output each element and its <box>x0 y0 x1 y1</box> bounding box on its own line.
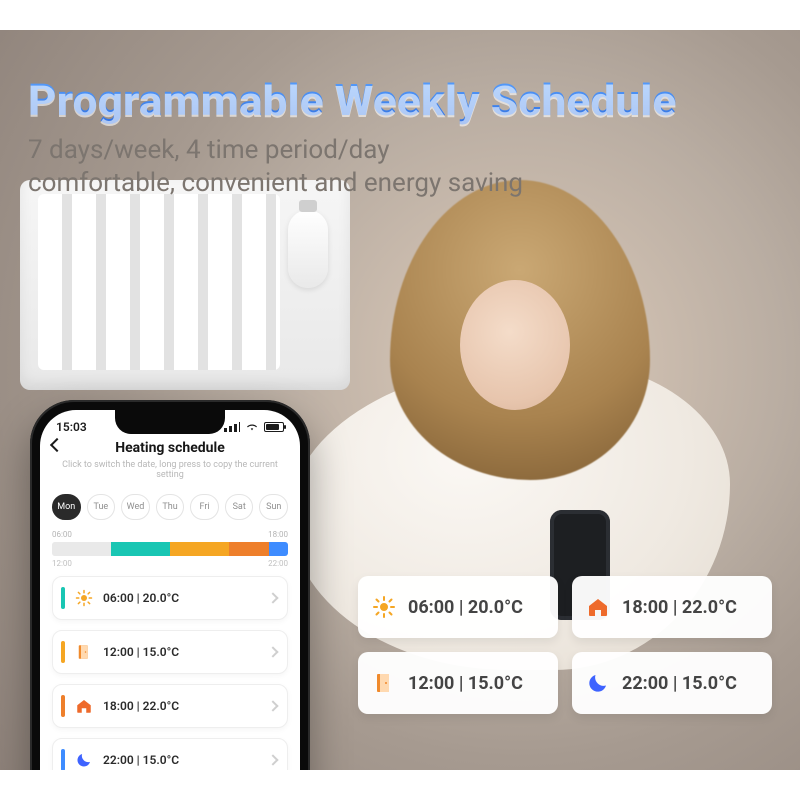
day-chip[interactable]: Fri <box>190 494 219 520</box>
period-row[interactable]: 06:00 | 20.0°C <box>52 576 288 620</box>
period-color-bar <box>61 641 65 663</box>
schedule-card-text: 06:00 | 20.0°C <box>408 597 523 618</box>
status-time: 15:03 <box>56 420 87 434</box>
period-text: 06:00 | 20.0°C <box>103 591 259 605</box>
day-selector: MonTueWedThuFriSatSun <box>40 486 300 526</box>
moon-icon <box>586 671 610 695</box>
chevron-right-icon <box>267 646 278 657</box>
schedule-card: 12:00 | 15.0°C <box>358 652 558 714</box>
app-header: Heating schedule Click to switch the dat… <box>40 438 300 486</box>
day-chip[interactable]: Mon <box>52 494 81 520</box>
timeline-segment <box>269 542 288 556</box>
schedule-card-text: 12:00 | 15.0°C <box>408 673 523 694</box>
day-chip[interactable]: Sun <box>259 494 288 520</box>
screen-hint: Click to switch the date, long press to … <box>52 460 288 480</box>
letterbox-top <box>0 0 800 30</box>
battery-icon <box>264 422 284 432</box>
timeline-label: 12:00 <box>52 559 72 568</box>
letterbox-bottom <box>0 770 800 800</box>
period-text: 22:00 | 15.0°C <box>103 753 259 767</box>
timeline-segment <box>229 542 269 556</box>
phone-mockup: 15:03 Heating schedule Click to switch t… <box>30 400 310 770</box>
timeline-labels-bottom: 12:00 22:00 <box>52 559 288 568</box>
timeline-label: 06:00 <box>52 530 72 539</box>
day-chip[interactable]: Tue <box>87 494 116 520</box>
period-row[interactable]: 12:00 | 15.0°C <box>52 630 288 674</box>
schedule-card: 06:00 | 20.0°C <box>358 576 558 638</box>
period-row[interactable]: 22:00 | 15.0°C <box>52 738 288 770</box>
period-color-bar <box>61 695 65 717</box>
chevron-right-icon <box>267 700 278 711</box>
timeline-segment <box>111 542 170 556</box>
schedule-card: 22:00 | 15.0°C <box>572 652 772 714</box>
timeline-labels-top: 06:00 18:00 <box>52 530 288 539</box>
timeline-label: 18:00 <box>268 530 288 539</box>
period-text: 18:00 | 22.0°C <box>103 699 259 713</box>
period-row[interactable]: 18:00 | 22.0°C <box>52 684 288 728</box>
day-chip[interactable]: Wed <box>121 494 150 520</box>
period-text: 12:00 | 15.0°C <box>103 645 259 659</box>
timeline-bar[interactable] <box>52 542 288 556</box>
day-chip[interactable]: Sat <box>225 494 254 520</box>
schedule-card-text: 22:00 | 15.0°C <box>622 673 737 694</box>
sun-icon <box>372 595 396 619</box>
screen-title: Heating schedule <box>52 440 288 456</box>
timeline-label: 22:00 <box>268 559 288 568</box>
subheadline: 7 days/week, 4 time period/day comfortab… <box>28 134 523 201</box>
chevron-right-icon <box>267 592 278 603</box>
day-chip[interactable]: Thu <box>156 494 185 520</box>
home-icon <box>75 697 93 715</box>
door-icon <box>75 643 93 661</box>
period-color-bar <box>61 749 65 770</box>
chevron-right-icon <box>267 754 278 765</box>
headline: Programmable Weekly Schedule <box>28 74 677 126</box>
door-icon <box>372 671 396 695</box>
timeline: 06:00 18:00 12:00 22:00 <box>40 526 300 572</box>
schedule-card: 18:00 | 22.0°C <box>572 576 772 638</box>
hero-photo: Programmable Weekly Schedule 7 days/week… <box>0 30 800 770</box>
timeline-segment <box>170 542 229 556</box>
period-color-bar <box>61 587 65 609</box>
marketing-image: Programmable Weekly Schedule 7 days/week… <box>0 0 800 800</box>
home-icon <box>586 595 610 619</box>
schedule-card-text: 18:00 | 22.0°C <box>622 597 737 618</box>
signal-icon <box>224 422 240 432</box>
sun-icon <box>75 589 93 607</box>
moon-icon <box>75 751 93 769</box>
schedule-cards: 06:00 | 20.0°C 18:00 | 22.0°C 12:00 | 15.0… <box>358 576 772 714</box>
period-list: 06:00 | 20.0°C 12:00 | 15.0°C 18:00 | 22.0… <box>40 572 300 770</box>
timeline-segment <box>52 542 111 556</box>
wifi-icon <box>245 422 259 432</box>
phone-notch <box>115 410 225 434</box>
phone-screen: 15:03 Heating schedule Click to switch t… <box>40 410 300 770</box>
